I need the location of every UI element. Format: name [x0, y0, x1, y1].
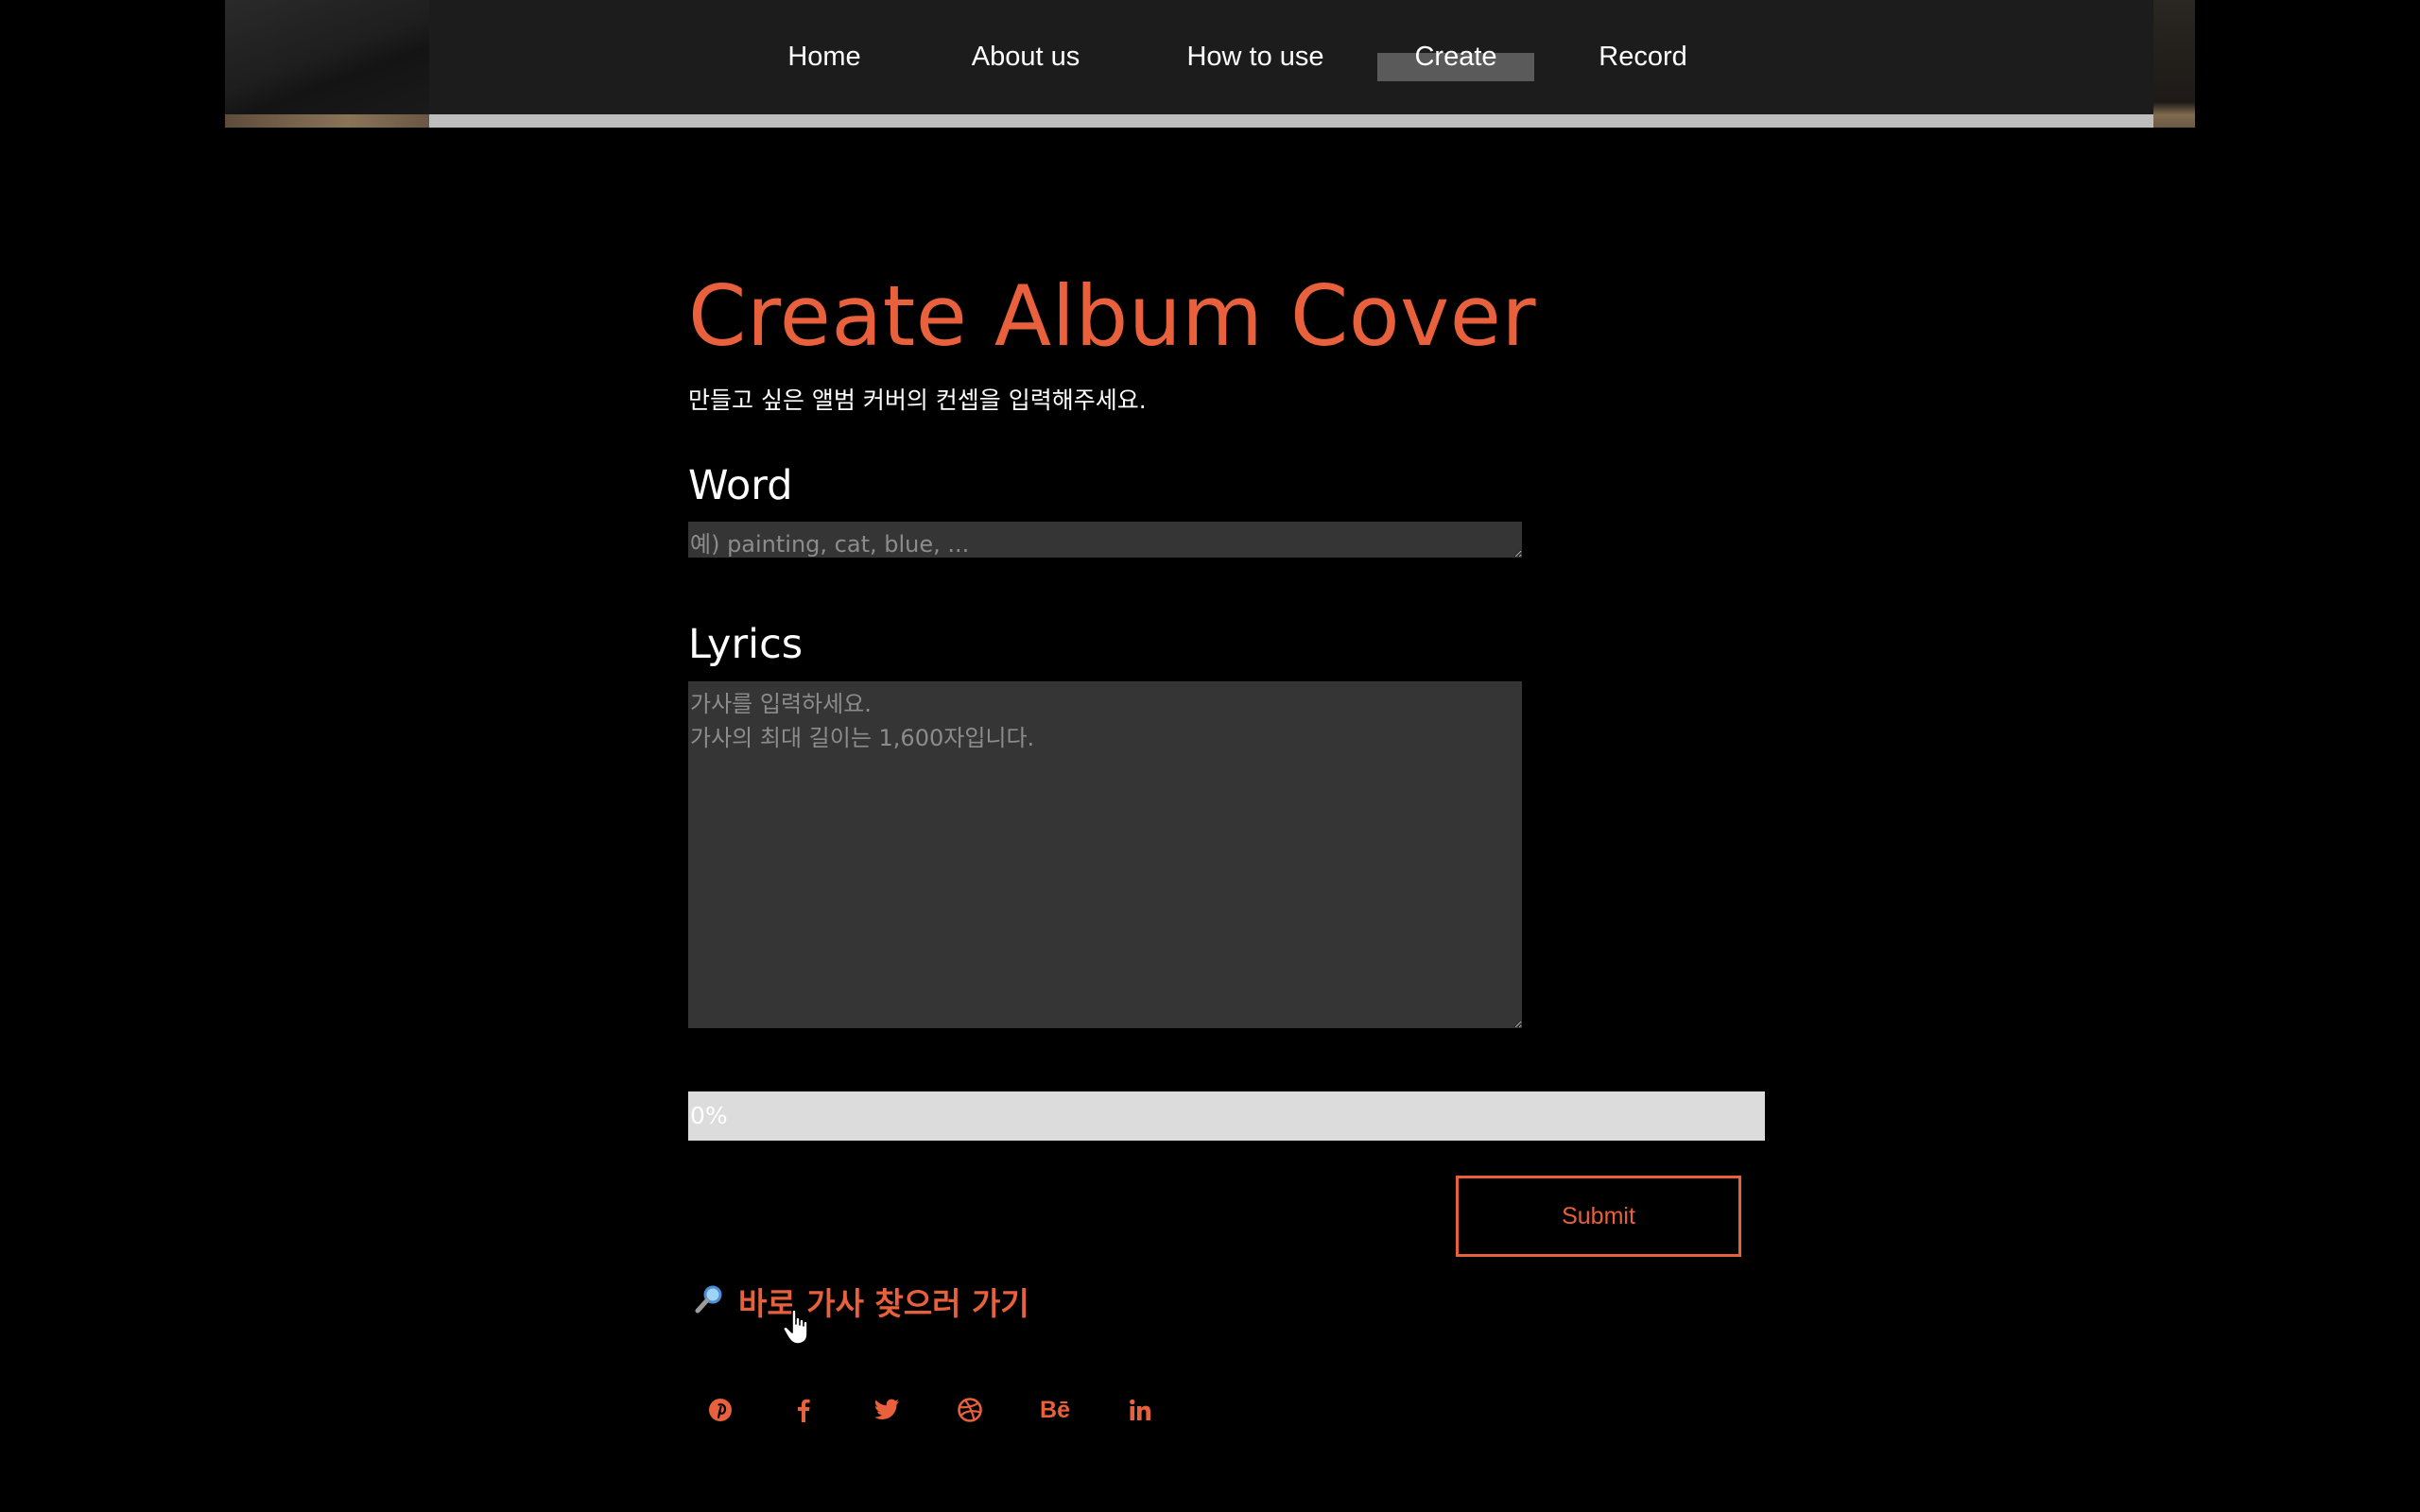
facebook-icon[interactable]	[785, 1389, 822, 1431]
word-input[interactable]	[688, 522, 1522, 558]
nav-item-record[interactable]: Record	[1567, 34, 1719, 79]
progress-bar: 0%	[688, 1091, 1765, 1141]
lyrics-label: Lyrics	[688, 621, 804, 668]
pinterest-icon[interactable]	[701, 1389, 739, 1431]
hand-cursor-icon	[783, 1308, 815, 1346]
find-lyrics-link[interactable]: 바로 가사 찾으러 가기	[693, 1278, 1029, 1325]
submit-button[interactable]: Submit	[1456, 1176, 1741, 1257]
progress-text: 0%	[690, 1102, 728, 1129]
twitter-icon[interactable]	[868, 1389, 906, 1431]
main-nav: Home About us How to use Create Record	[225, 0, 2195, 113]
behance-icon[interactable]: Bē	[1034, 1389, 1076, 1431]
nav-item-create[interactable]: Create	[1377, 34, 1534, 81]
page-subtitle: 만들고 싶은 앨범 커버의 컨셉을 입력해주세요.	[688, 387, 1147, 414]
header-divider-strip	[429, 114, 2153, 128]
linkedin-icon[interactable]	[1121, 1389, 1159, 1431]
site-header: Home About us How to use Create Record	[225, 0, 2195, 128]
lyrics-input[interactable]	[688, 681, 1522, 1028]
social-links: Bē	[701, 1389, 1204, 1431]
dribbble-icon[interactable]	[951, 1389, 989, 1431]
page-title: Create Album Cover	[688, 267, 1537, 365]
nav-item-how-to-use[interactable]: How to use	[1153, 34, 1357, 79]
word-label: Word	[688, 462, 793, 509]
nav-item-about-us[interactable]: About us	[941, 34, 1111, 79]
magnifier-icon	[693, 1283, 725, 1319]
nav-item-home[interactable]: Home	[758, 34, 890, 79]
